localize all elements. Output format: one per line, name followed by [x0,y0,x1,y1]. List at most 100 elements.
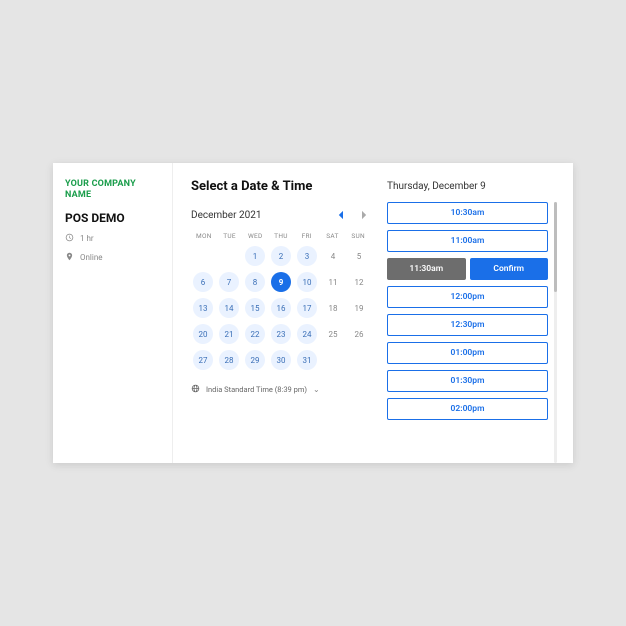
timeslot-button[interactable]: 12:00pm [387,286,548,308]
clock-icon [65,233,74,244]
weekday-label: SUN [345,232,371,240]
calendar-day[interactable]: 2 [271,246,291,266]
calendar-day[interactable]: 29 [245,350,265,370]
company-name: YOUR COMPANY NAME [65,179,160,201]
calendar-day[interactable]: 3 [297,246,317,266]
event-title: POS DEMO [65,211,160,225]
timeslot-button[interactable]: 10:30am [387,202,548,224]
calendar-day: 25 [323,324,343,344]
calendar-day: 11 [323,272,343,292]
month-label: December 2021 [191,210,261,221]
calendar-cell: 23 [269,322,293,346]
booking-card: YOUR COMPANY NAME POS DEMO 1 hr Online S… [53,163,573,463]
confirm-button[interactable]: Confirm [470,258,549,280]
calendar-cell: 27 [191,348,215,372]
calendar-cell: 4 [321,244,345,268]
location-icon [65,252,74,263]
calendar-cell: 15 [243,296,267,320]
calendar-cell: 1 [243,244,267,268]
calendar-cell: 8 [243,270,267,294]
calendar-cell: 11 [321,270,345,294]
duration-row: 1 hr [65,233,160,244]
calendar-day[interactable]: 8 [245,272,265,292]
calendar-cell [217,244,241,268]
weekday-label: FRI [294,232,320,240]
calendar-cell: 14 [217,296,241,320]
globe-icon [191,384,200,395]
calendar-cell: 31 [295,348,319,372]
calendar-day[interactable]: 15 [245,298,265,318]
calendar-cell: 28 [217,348,241,372]
timeslot-column: Thursday, December 9 10:30am 11:00am 11:30… [387,179,557,463]
calendar-day[interactable]: 24 [297,324,317,344]
calendar-cell: 13 [191,296,215,320]
calendar-day[interactable]: 23 [271,324,291,344]
calendar-cell: 12 [347,270,371,294]
calendar-day[interactable]: 16 [271,298,291,318]
calendar-day[interactable]: 14 [219,298,239,318]
calendar-cell: 25 [321,322,345,346]
calendar-grid: 1234567891011121314151617181920212223242… [191,244,371,372]
calendar-day[interactable]: 22 [245,324,265,344]
sidebar: YOUR COMPANY NAME POS DEMO 1 hr Online [53,163,173,463]
timeslot-button[interactable]: 01:30pm [387,370,548,392]
month-nav [333,208,371,222]
calendar-day[interactable]: 10 [297,272,317,292]
calendar-day: 26 [349,324,369,344]
calendar-cell: 19 [347,296,371,320]
calendar-cell [347,348,371,372]
weekday-header: MONTUEWEDTHUFRISATSUN [191,232,371,240]
calendar-day[interactable]: 28 [219,350,239,370]
location-row: Online [65,252,160,263]
calendar-day[interactable]: 20 [193,324,213,344]
timezone-button[interactable]: India Standard Time (8:39 pm) ⌄ [191,384,371,395]
calendar-day: 4 [323,246,343,266]
calendar-cell: 16 [269,296,293,320]
timeslot-selected[interactable]: 11:30am [387,258,466,280]
calendar-cell: 2 [269,244,293,268]
calendar-cell: 21 [217,322,241,346]
timeslot-button[interactable]: 01:00pm [387,342,548,364]
duration-label: 1 hr [80,234,94,243]
calendar-day[interactable]: 31 [297,350,317,370]
scrollbar-thumb[interactable] [554,202,557,292]
calendar-day[interactable]: 6 [193,272,213,292]
timeslot-button[interactable]: 11:00am [387,230,548,252]
calendar-day[interactable]: 27 [193,350,213,370]
calendar-cell [191,244,215,268]
calendar-day[interactable]: 13 [193,298,213,318]
calendar-cell: 10 [295,270,319,294]
calendar-cell: 5 [347,244,371,268]
calendar-cell: 30 [269,348,293,372]
calendar-cell: 17 [295,296,319,320]
calendar-day[interactable]: 1 [245,246,265,266]
timezone-label: India Standard Time (8:39 pm) [206,385,307,394]
calendar-day: 19 [349,298,369,318]
calendar-cell: 3 [295,244,319,268]
timeslot-selected-row: 11:30amConfirm [387,258,548,280]
calendar-day[interactable]: 7 [219,272,239,292]
calendar-day: 5 [349,246,369,266]
calendar-day: 12 [349,272,369,292]
timeslot-button[interactable]: 02:00pm [387,398,548,420]
calendar-day-selected[interactable]: 9 [271,272,291,292]
calendar-cell: 6 [191,270,215,294]
month-row: December 2021 [191,208,371,222]
selected-date-label: Thursday, December 9 [387,181,557,192]
timeslot-list: 10:30am 11:00am 11:30amConfirm 12:00pm 12:30… [387,202,548,463]
calendar-cell: 20 [191,322,215,346]
calendar-day[interactable]: 21 [219,324,239,344]
calendar-cell: 7 [217,270,241,294]
timeslot-button[interactable]: 12:30pm [387,314,548,336]
scrollbar[interactable] [554,202,557,463]
calendar-cell: 26 [347,322,371,346]
slots-wrap: 10:30am 11:00am 11:30amConfirm 12:00pm 12:30… [387,202,557,463]
calendar-day[interactable]: 17 [297,298,317,318]
weekday-label: WED [242,232,268,240]
calendar-cell: 22 [243,322,267,346]
weekday-label: TUE [217,232,243,240]
weekday-label: THU [268,232,294,240]
prev-month-button[interactable] [333,208,347,222]
calendar-day[interactable]: 30 [271,350,291,370]
next-month-button[interactable] [357,208,371,222]
